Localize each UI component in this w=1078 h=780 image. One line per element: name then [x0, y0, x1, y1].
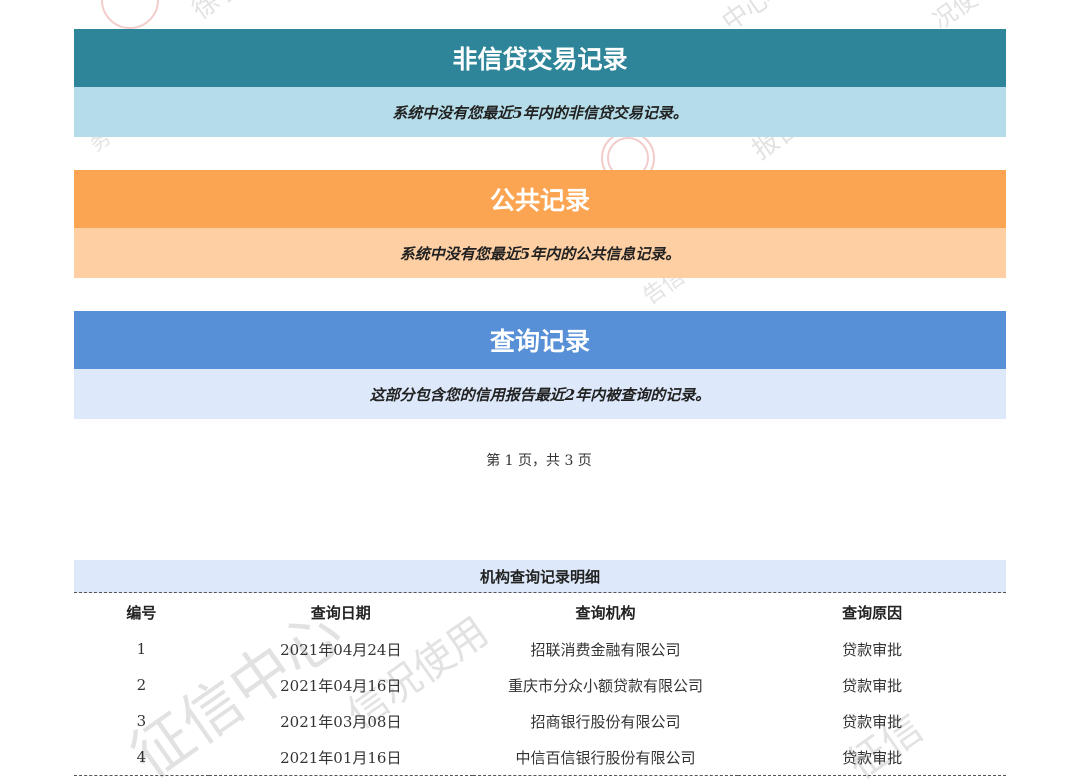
cell-number: 2: [136, 676, 147, 694]
header-institution: 查询机构: [575, 603, 636, 622]
header-reason: 查询原因: [842, 603, 903, 622]
table-row: 3 2021年03月08日 招商银行股份有限公司 贷款审批: [74, 703, 1006, 739]
cell-reason: 贷款审批: [842, 712, 903, 731]
section-title: 非信贷交易记录: [74, 29, 1006, 87]
cell-number: 4: [74, 739, 209, 776]
cell-number: 3: [136, 712, 147, 730]
table-row: 4 2021年01月16日 中信百信银行股份有限公司 贷款审批: [74, 739, 1006, 776]
section-title: 查询记录: [74, 311, 1006, 369]
query-detail-table: 编号 查询日期 查询机构 查询原因 1 2021年04月24日 招联消费金融有限…: [74, 593, 1006, 776]
cell-institution: 重庆市分众小额贷款有限公司: [508, 676, 704, 695]
header-number: 编号: [126, 603, 157, 622]
cell-reason: 贷款审批: [738, 739, 1006, 776]
header-date: 查询日期: [310, 603, 371, 622]
query-records-section: 查询记录 这部分包含您的信用报告最近2年内被查询的记录。: [74, 311, 1006, 419]
cell-number: 1: [136, 640, 147, 658]
cell-date: 2021年04月24日: [280, 640, 402, 659]
public-records-section: 公共记录 系统中没有您最近5年内的公共信息记录。: [74, 170, 1006, 278]
cell-institution: 招商银行股份有限公司: [530, 712, 681, 731]
table-row: 2 2021年04月16日 重庆市分众小额贷款有限公司 贷款审批: [74, 667, 1006, 703]
non-credit-transactions-section: 非信贷交易记录 系统中没有您最近5年内的非信贷交易记录。: [74, 29, 1006, 137]
cell-reason: 贷款审批: [842, 676, 903, 695]
section-message: 系统中没有您最近5年内的非信贷交易记录。: [74, 87, 1006, 137]
cell-institution: 招联消费金融有限公司: [530, 640, 681, 659]
cell-date: 2021年04月16日: [280, 676, 402, 695]
svg-text:徐了: 徐了: [187, 0, 247, 26]
cell-date: 2021年03月08日: [280, 712, 402, 731]
table-header-row: 编号 查询日期 查询机构 查询原因: [74, 593, 1006, 631]
table-row: 1 2021年04月24日 招联消费金融有限公司 贷款审批: [74, 631, 1006, 667]
table-title: 机构查询记录明细: [74, 560, 1006, 593]
cell-institution: 中信百信银行股份有限公司: [472, 739, 739, 776]
section-title: 公共记录: [74, 170, 1006, 228]
section-message: 这部分包含您的信用报告最近2年内被查询的记录。: [74, 369, 1006, 419]
section-message: 系统中没有您最近5年内的公共信息记录。: [74, 228, 1006, 278]
page-indicator: 第 1 页，共 3 页: [486, 453, 592, 469]
cell-reason: 贷款审批: [842, 640, 903, 659]
query-detail-table-section: 机构查询记录明细 编号 查询日期 查询机构 查询原因 1 2021年04月24日…: [74, 560, 1006, 776]
cell-date: 2021年01月16日: [208, 739, 473, 776]
